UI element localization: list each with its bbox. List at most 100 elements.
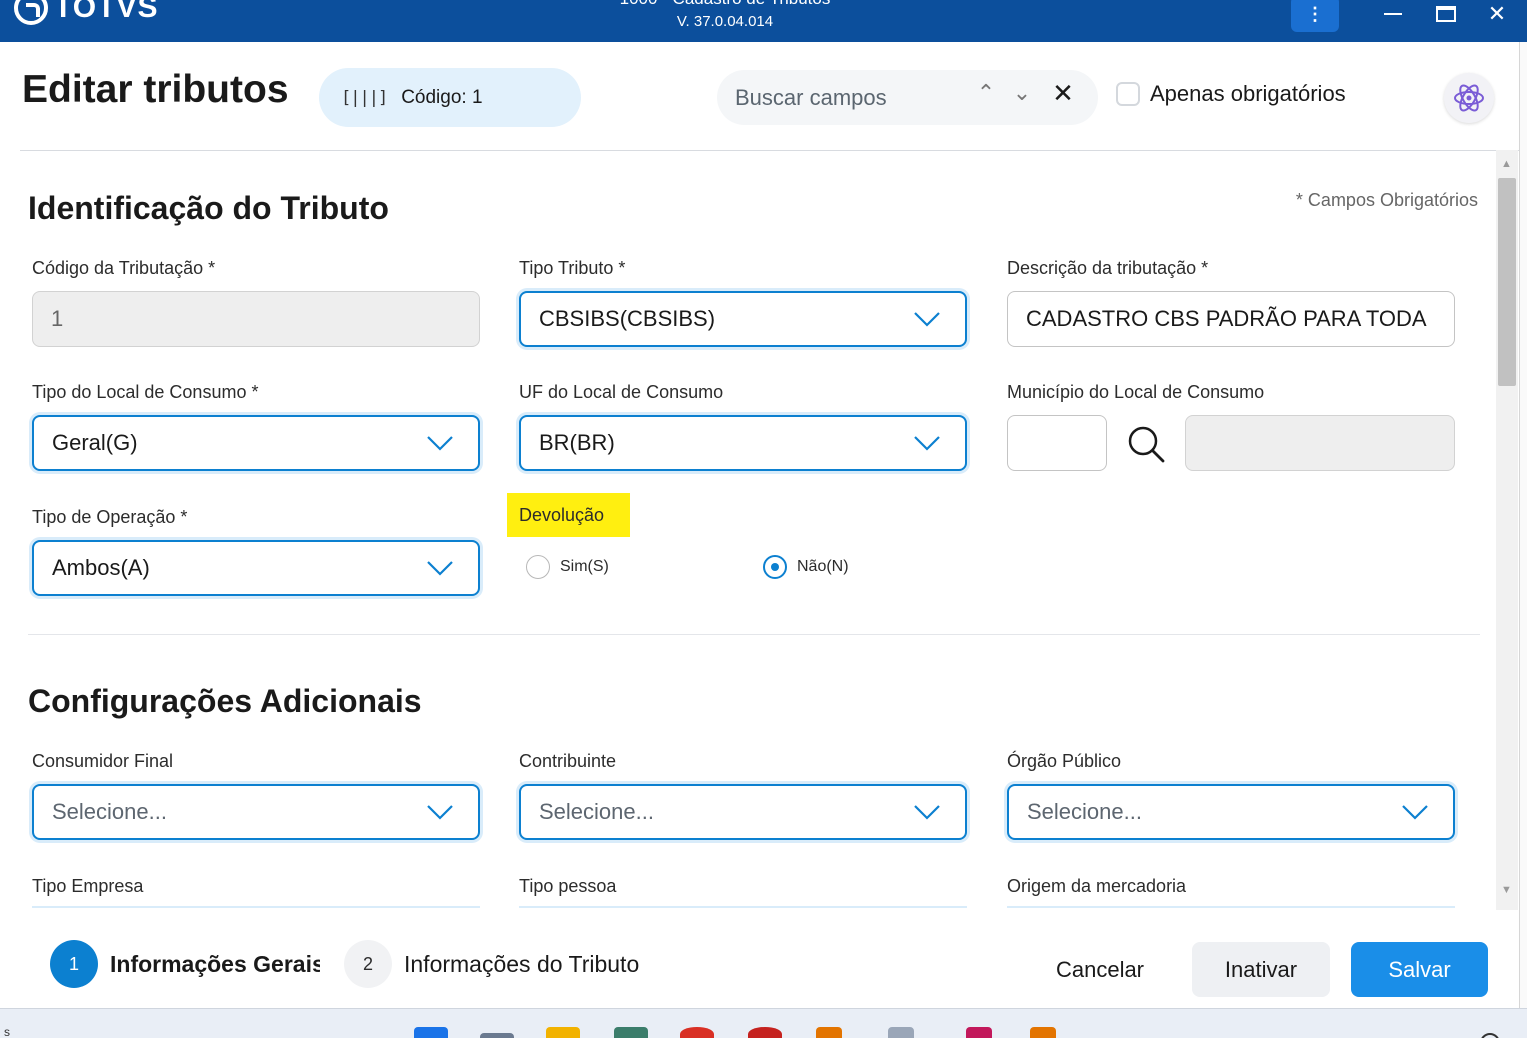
step-informacoes-gerais[interactable]: 1 Informações Gerais xyxy=(50,940,320,988)
close-window-button[interactable]: ✕ xyxy=(1482,0,1512,28)
chrome-profile-b-icon[interactable] xyxy=(748,1027,782,1038)
chevron-down-icon xyxy=(1402,805,1428,820)
totvs-logo: TOTVS xyxy=(14,0,158,26)
title-bar: TOTVS 1000 - Cadastro de Tributos V. 37.… xyxy=(0,0,1527,42)
barcode-icon: [|||] xyxy=(341,87,388,108)
scroll-down-icon[interactable]: ▼ xyxy=(1501,884,1512,896)
tipo-local-consumo-select[interactable]: Geral(G) xyxy=(32,415,480,471)
atom-icon xyxy=(1454,84,1484,112)
tipo-tributo-select[interactable]: CBSIBS(CBSIBS) xyxy=(519,291,967,347)
radio-checked-icon[interactable] xyxy=(763,555,787,579)
chevron-down-icon xyxy=(914,312,940,327)
scroll-up-icon[interactable]: ▲ xyxy=(1501,158,1512,170)
descricao-input[interactable]: CADASTRO CBS PADRÃO PARA TODA xyxy=(1007,291,1455,347)
only-required-toggle[interactable]: Apenas obrigatórios xyxy=(1116,81,1346,107)
windows-start-icon[interactable] xyxy=(414,1027,448,1038)
required-fields-note: * Campos Obrigatórios xyxy=(1295,190,1478,210)
window-title: 1000 - Cadastro de Tributos xyxy=(560,0,890,9)
search-lookup-icon[interactable] xyxy=(1126,424,1166,464)
contribuinte-select[interactable]: Selecione... xyxy=(519,784,967,840)
minimize-button[interactable] xyxy=(1378,0,1408,28)
devolucao-label-text: Devolução xyxy=(519,504,605,525)
contribuinte-placeholder: Selecione... xyxy=(539,799,654,824)
tipo-operacao-value: Ambos(A) xyxy=(52,555,150,580)
tipo-tributo-label: Tipo Tributo * xyxy=(519,258,626,278)
taskbar-text: s xyxy=(4,1025,10,1038)
codigo-tributacao-field: 1 xyxy=(32,291,480,347)
window-right-edge xyxy=(1519,42,1527,1008)
search-next-button[interactable]: ⌄ xyxy=(1009,80,1035,106)
maximize-button[interactable] xyxy=(1431,0,1461,28)
step-label: Informações do Tributo xyxy=(404,950,640,977)
totvs-logo-icon xyxy=(14,0,48,25)
tipo-tributo-value: CBSIBS(CBSIBS) xyxy=(539,306,716,331)
chevron-down-icon xyxy=(914,805,940,820)
search-previous-button[interactable]: ⌃ xyxy=(973,80,999,106)
chevron-down-icon xyxy=(427,436,453,451)
maximize-icon xyxy=(1436,6,1456,22)
codigo-tributacao-label: Código da Tributação * xyxy=(32,258,216,278)
consumidor-final-placeholder: Selecione... xyxy=(52,799,167,824)
cancel-button[interactable]: Cancelar xyxy=(1030,942,1170,997)
tipo-pessoa-label: Tipo pessoa xyxy=(519,876,617,896)
app-window: TOTVS 1000 - Cadastro de Tributos V. 37.… xyxy=(0,0,1527,1038)
task-view-icon[interactable] xyxy=(480,1033,514,1038)
step-number: 2 xyxy=(344,940,392,988)
uf-local-consumo-label: UF do Local de Consumo xyxy=(519,382,724,402)
inactivate-button[interactable]: Inativar xyxy=(1192,942,1330,997)
logo-text: TOTVS xyxy=(54,0,159,24)
app-icon-2[interactable] xyxy=(1030,1027,1056,1038)
uf-local-consumo-value: BR(BR) xyxy=(539,430,615,455)
only-required-checkbox[interactable] xyxy=(1116,82,1140,106)
notepad-icon[interactable] xyxy=(888,1027,914,1038)
devolucao-option-sim[interactable]: Sim(S) xyxy=(526,555,609,579)
assistant-button[interactable] xyxy=(1444,73,1494,123)
orgao-publico-select[interactable]: Selecione... xyxy=(1007,784,1455,840)
municipio-code-input[interactable] xyxy=(1007,415,1107,471)
devolucao-option-nao[interactable]: Não(N) xyxy=(763,555,849,579)
scrollbar-thumb[interactable] xyxy=(1498,178,1516,386)
chevron-down-icon xyxy=(427,561,453,576)
save-button[interactable]: Salvar xyxy=(1351,942,1488,997)
page-title: Editar tributos xyxy=(22,68,289,111)
header-divider xyxy=(20,150,1519,151)
form-footer: 1 Informações Gerais 2 Informações do Tr… xyxy=(0,910,1519,1008)
close-icon: ✕ xyxy=(1487,1,1507,26)
step-number: 1 xyxy=(50,940,98,988)
municipio-name-field xyxy=(1185,415,1455,471)
code-badge: [|||] Código: 1 xyxy=(319,68,581,127)
codigo-tributacao-value: 1 xyxy=(51,306,64,331)
search-fields-input[interactable] xyxy=(735,84,965,111)
file-explorer-icon[interactable] xyxy=(546,1027,580,1038)
step-label: Informações Gerais xyxy=(110,950,320,977)
minimize-icon xyxy=(1384,13,1402,15)
devolucao-option-sim-label: Sim(S) xyxy=(560,558,609,575)
tipo-local-consumo-label: Tipo do Local de Consumo * xyxy=(32,382,259,402)
more-vertical-icon: ⋮ xyxy=(1306,3,1324,24)
only-required-label: Apenas obrigatórios xyxy=(1150,81,1346,106)
tipo-operacao-select[interactable]: Ambos(A) xyxy=(32,540,480,596)
devolucao-option-nao-label: Não(N) xyxy=(797,558,849,575)
devolucao-label: Devolução xyxy=(507,493,630,537)
radio-unchecked-icon[interactable] xyxy=(526,555,550,579)
os-taskbar: s xyxy=(0,1008,1527,1038)
uf-local-consumo-select[interactable]: BR(BR) xyxy=(519,415,967,471)
tipo-operacao-label: Tipo de Operação * xyxy=(32,507,188,527)
content-scrollbar[interactable]: ▲ ▼ xyxy=(1496,150,1518,910)
descricao-label: Descrição da tributação * xyxy=(1007,258,1209,278)
chevron-down-icon xyxy=(427,805,453,820)
tipo-local-consumo-value: Geral(G) xyxy=(52,430,138,455)
search-clear-button[interactable]: ✕ xyxy=(1050,78,1076,109)
calculator-icon[interactable] xyxy=(614,1027,648,1038)
database-icon[interactable] xyxy=(966,1027,992,1038)
app-icon[interactable] xyxy=(816,1027,842,1038)
descricao-value: CADASTRO CBS PADRÃO PARA TODA xyxy=(1026,306,1427,331)
more-options-button[interactable]: ⋮ xyxy=(1291,0,1339,32)
chrome-profile-icon[interactable] xyxy=(680,1027,714,1038)
tray-icon[interactable] xyxy=(1480,1033,1500,1038)
step-informacoes-tributo[interactable]: 2 Informações do Tributo xyxy=(344,940,639,988)
code-label: Código: 1 xyxy=(401,86,483,108)
consumidor-final-select[interactable]: Selecione... xyxy=(32,784,480,840)
section-title-configuracoes: Configurações Adicionais xyxy=(28,683,422,719)
search-fields-box: ⌃ ⌄ ✕ xyxy=(717,70,1098,125)
